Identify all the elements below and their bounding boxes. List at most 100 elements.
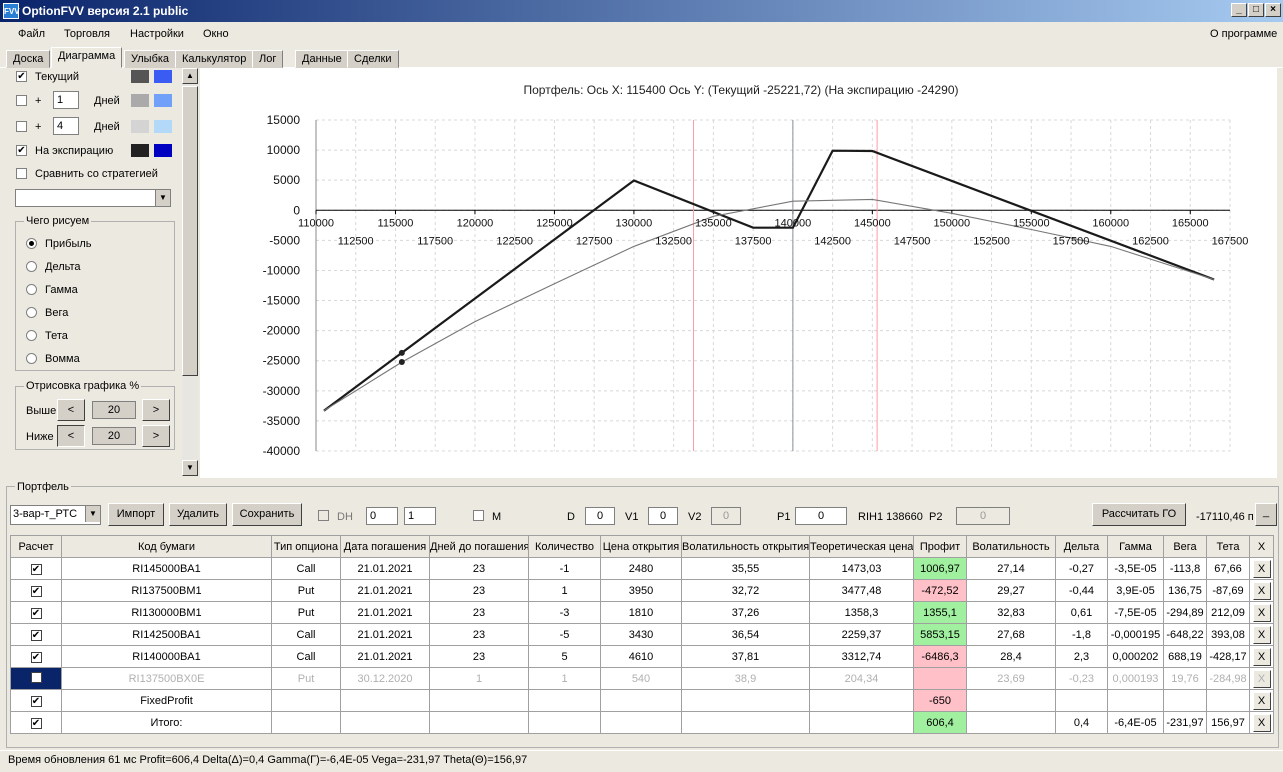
radio-delta[interactable] [26, 261, 37, 272]
radio-theta[interactable] [26, 330, 37, 341]
portfolio-combo[interactable]: 3-вар-т_РТС ▼ [10, 505, 101, 525]
tab-calculator[interactable]: Калькулятор [175, 50, 254, 68]
tab-data[interactable]: Данные [295, 50, 349, 68]
current-color-2[interactable] [154, 70, 172, 83]
compare-checkbox[interactable] [16, 168, 27, 179]
column-header[interactable]: Дата погашения [340, 535, 430, 558]
calc-cell[interactable]: ✔ [10, 689, 62, 712]
column-header[interactable]: Дней до погашения [429, 535, 529, 558]
delete-row-button[interactable]: X [1252, 647, 1271, 666]
p1-color-2[interactable] [154, 94, 172, 107]
row-calc-checkbox[interactable]: ✔ [30, 651, 42, 663]
strategy-combo[interactable]: ▼ [15, 189, 171, 207]
table-row[interactable]: ✔ RI145000BA1 Call 21.01.2021 23 -1 2480 35,55 1… [10, 557, 1274, 580]
column-header[interactable]: Дельта [1055, 535, 1108, 558]
scroll-down-icon[interactable]: ▼ [182, 460, 198, 476]
expiry-checkbox[interactable]: ✔ [16, 145, 27, 156]
settings-scrollbar[interactable]: ▲ ▼ [182, 68, 198, 476]
delete-row-button[interactable]: X [1252, 691, 1271, 710]
column-header[interactable]: Цена открытия [600, 535, 682, 558]
calc-cell[interactable]: ✔ [10, 645, 62, 668]
above-decrease-button[interactable]: < [57, 399, 85, 421]
above-increase-button[interactable]: > [142, 399, 170, 421]
d-input[interactable]: 0 [585, 507, 615, 525]
column-header[interactable]: Код бумаги [61, 535, 272, 558]
column-header[interactable]: Гамма [1107, 535, 1164, 558]
tab-diagram[interactable]: Диаграмма [51, 47, 123, 68]
plus2-checkbox[interactable] [16, 121, 27, 132]
tab-smile[interactable]: Улыбка [124, 50, 177, 68]
current-color-1[interactable] [131, 70, 149, 83]
above-value[interactable]: 20 [92, 401, 136, 419]
p2-input[interactable]: 0 [956, 507, 1010, 525]
table-row[interactable]: ✔ RI142500BA1 Call 21.01.2021 23 -5 3430 36,54 2… [10, 623, 1274, 646]
menu-settings[interactable]: Настройки [130, 28, 184, 40]
table-row[interactable]: ✔ RI137500BM1 Put 21.01.2021 23 1 3950 32,72 347… [10, 579, 1274, 602]
row-calc-checkbox[interactable]: ✔ [30, 607, 42, 619]
below-value[interactable]: 20 [92, 427, 136, 445]
v2-input[interactable]: 0 [711, 507, 741, 525]
menu-about[interactable]: О программе [1210, 28, 1277, 40]
calc-margin-button[interactable]: Рассчитать ГО [1092, 503, 1186, 526]
radio-gamma[interactable] [26, 284, 37, 295]
p2-color-1[interactable] [131, 120, 149, 133]
column-header[interactable]: Теоретическая цена [809, 535, 914, 558]
calc-cell[interactable] [10, 667, 62, 690]
v1-input[interactable]: 0 [648, 507, 678, 525]
dh-spin-2[interactable]: 1 [404, 507, 436, 525]
row-calc-checkbox[interactable]: ✔ [30, 563, 42, 575]
delete-row-button[interactable]: X [1252, 581, 1271, 600]
menu-file[interactable]: Файл [18, 28, 45, 40]
column-header[interactable]: Волатильность [966, 535, 1056, 558]
column-header[interactable]: Тип опциона [271, 535, 341, 558]
row-calc-checkbox[interactable]: ✔ [30, 695, 42, 707]
margin-toggle-button[interactable]: _ [1255, 503, 1277, 526]
table-row[interactable]: ✔ RI130000BM1 Put 21.01.2021 23 -3 1810 37,26 13… [10, 601, 1274, 624]
expiry-color-1[interactable] [131, 144, 149, 157]
plus1-checkbox[interactable] [16, 95, 27, 106]
table-row[interactable]: RI137500BX0E Put 30.12.2020 1 1 540 38,9 204,34… [10, 667, 1274, 690]
expiry-color-2[interactable] [154, 144, 172, 157]
tab-log[interactable]: Лог [252, 50, 284, 68]
table-row[interactable]: ✔ FixedProfit -650 X [10, 689, 1274, 712]
scroll-thumb[interactable] [182, 86, 198, 376]
table-row[interactable]: ✔ RI140000BA1 Call 21.01.2021 23 5 4610 37,81 33… [10, 645, 1274, 668]
minimize-button[interactable]: _ [1231, 3, 1247, 17]
radio-vega[interactable] [26, 307, 37, 318]
calc-cell[interactable]: ✔ [10, 579, 62, 602]
calc-cell[interactable]: ✔ [10, 601, 62, 624]
below-increase-button[interactable]: > [142, 425, 170, 447]
column-header[interactable]: Профит [913, 535, 967, 558]
tab-trades[interactable]: Сделки [347, 50, 399, 68]
p1-color-1[interactable] [131, 94, 149, 107]
menu-window[interactable]: Окно [203, 28, 229, 40]
column-header[interactable]: X [1249, 535, 1274, 558]
row-calc-checkbox[interactable]: ✔ [30, 585, 42, 597]
maximize-button[interactable]: □ [1248, 3, 1264, 17]
delete-button[interactable]: Удалить [169, 503, 227, 526]
delete-row-button[interactable]: X [1252, 669, 1271, 688]
plus2-days-input[interactable]: 4 [53, 117, 79, 135]
delete-row-button[interactable]: X [1252, 603, 1271, 622]
below-decrease-button[interactable]: < [57, 425, 85, 447]
save-button[interactable]: Сохранить [232, 503, 302, 526]
tab-board[interactable]: Доска [6, 50, 51, 68]
delete-row-button[interactable]: X [1252, 713, 1271, 732]
dh-spin-1[interactable]: 0 [366, 507, 398, 525]
import-button[interactable]: Импорт [108, 503, 164, 526]
close-button[interactable]: × [1265, 3, 1281, 17]
row-calc-checkbox[interactable] [30, 671, 42, 683]
menu-trading[interactable]: Торговля [64, 28, 110, 40]
dh-checkbox[interactable] [318, 510, 329, 521]
row-calc-checkbox[interactable]: ✔ [30, 717, 42, 729]
delete-row-button[interactable]: X [1252, 625, 1271, 644]
column-header[interactable]: Тета [1206, 535, 1250, 558]
calc-cell[interactable]: ✔ [10, 623, 62, 646]
scroll-up-icon[interactable]: ▲ [182, 68, 198, 84]
current-checkbox[interactable]: ✔ [16, 71, 27, 82]
radio-profit[interactable] [26, 238, 37, 249]
column-header[interactable]: Количество [528, 535, 601, 558]
calc-cell[interactable]: ✔ [10, 711, 62, 734]
column-header[interactable]: Вега [1163, 535, 1207, 558]
row-calc-checkbox[interactable]: ✔ [30, 629, 42, 641]
